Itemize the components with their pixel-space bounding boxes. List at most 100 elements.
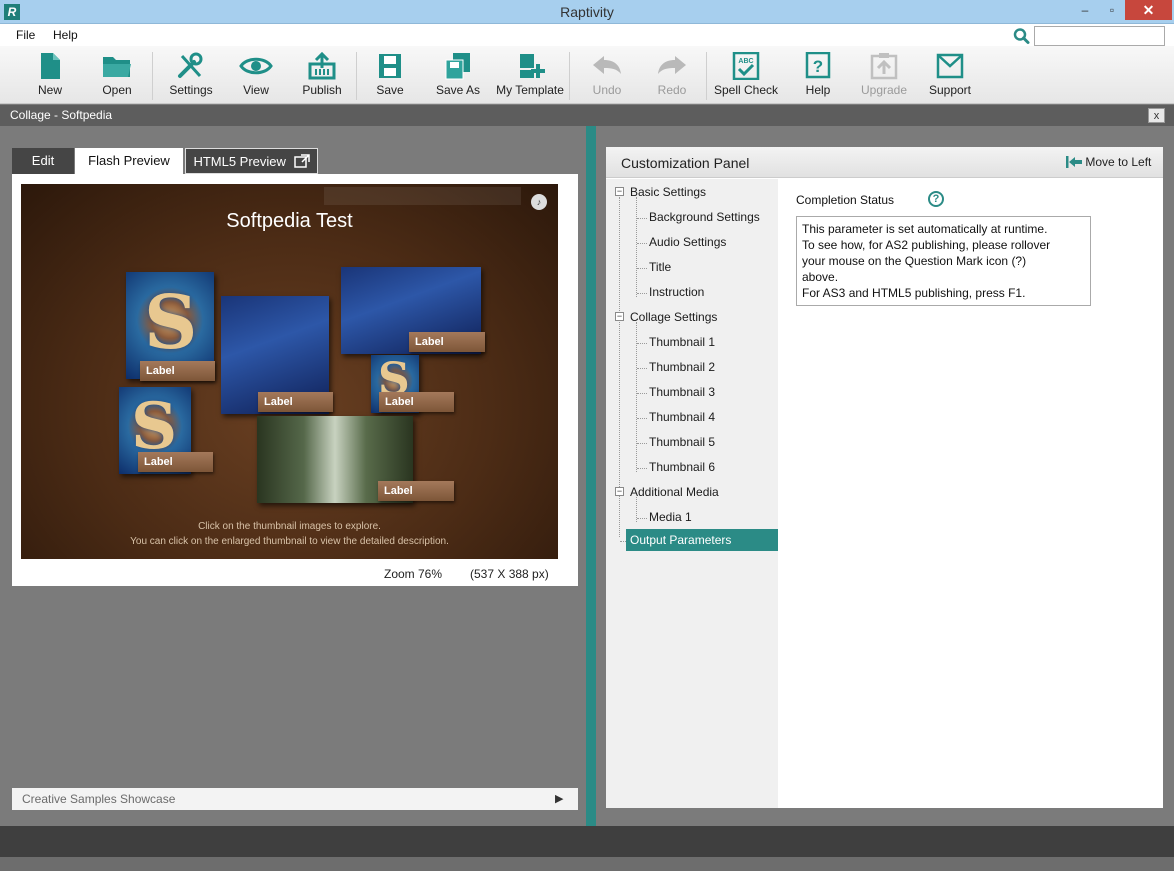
info-line: your mouse on the Question Mark icon (?) bbox=[802, 254, 1027, 268]
publish-label: Publish bbox=[302, 83, 342, 97]
info-line: above. bbox=[802, 270, 839, 284]
tree-additional-media[interactable]: Additional Media bbox=[630, 485, 719, 499]
maximize-button[interactable]: ▫ bbox=[1099, 0, 1125, 20]
tab-flash-preview[interactable]: Flash Preview bbox=[75, 148, 183, 175]
tree-connector bbox=[637, 443, 647, 444]
view-label: View bbox=[243, 83, 269, 97]
collapse-toggle-icon[interactable]: − bbox=[615, 312, 624, 321]
undo-label: Undo bbox=[592, 83, 622, 97]
collage-stage[interactable]: ♪ Softpedia Test S Label Label Label S L… bbox=[21, 184, 558, 559]
save-as-button[interactable]: Save As bbox=[434, 52, 482, 97]
tree-thumbnail-3[interactable]: Thumbnail 3 bbox=[649, 385, 715, 399]
my-template-label: My Template bbox=[496, 83, 564, 97]
save-as-icon bbox=[445, 53, 470, 80]
undo-button[interactable]: Undo bbox=[589, 52, 625, 97]
tree-basic-settings[interactable]: Basic Settings bbox=[630, 185, 706, 199]
help-icon: ? bbox=[805, 52, 831, 79]
speaker-icon[interactable]: ♪ bbox=[531, 194, 547, 210]
tree-connector bbox=[637, 343, 647, 344]
thumbnail-label[interactable]: Label bbox=[258, 392, 333, 412]
support-label: Support bbox=[928, 83, 972, 97]
new-button[interactable]: New bbox=[30, 52, 70, 97]
toolbar-divider bbox=[356, 52, 357, 100]
document-title: Collage - Softpedia bbox=[10, 108, 113, 122]
thumbnail-label[interactable]: Label bbox=[409, 332, 485, 352]
thumbnail-label[interactable]: Label bbox=[378, 481, 454, 501]
folder-icon bbox=[103, 57, 131, 77]
tree-collage-settings[interactable]: Collage Settings bbox=[630, 310, 717, 324]
tree-thumbnail-4[interactable]: Thumbnail 4 bbox=[649, 410, 715, 424]
tree-connector bbox=[637, 243, 647, 244]
tree-guide bbox=[636, 197, 637, 297]
help-label: Help bbox=[805, 83, 831, 97]
close-window-button[interactable]: ✕ bbox=[1125, 0, 1172, 20]
view-button[interactable]: View bbox=[236, 52, 276, 97]
collage-title: Softpedia Test bbox=[226, 210, 353, 232]
spell-check-icon: ABC bbox=[732, 52, 760, 80]
tree-thumbnail-6[interactable]: Thumbnail 6 bbox=[649, 460, 715, 474]
collapse-toggle-icon[interactable]: − bbox=[615, 487, 624, 496]
thumbnail-label[interactable]: Label bbox=[138, 452, 213, 472]
minimize-button[interactable]: – bbox=[1071, 0, 1099, 20]
info-line: This parameter is set automatically at r… bbox=[802, 222, 1048, 236]
collapse-toggle-icon[interactable]: − bbox=[615, 187, 624, 196]
tree-thumbnail-2[interactable]: Thumbnail 2 bbox=[649, 360, 715, 374]
upgrade-button[interactable]: Upgrade bbox=[858, 52, 910, 97]
support-button[interactable]: Support bbox=[926, 52, 974, 97]
tab-html5-preview[interactable]: HTML5 Preview bbox=[185, 148, 318, 174]
search-icon[interactable] bbox=[1012, 27, 1032, 45]
upgrade-label: Upgrade bbox=[860, 83, 908, 97]
help-button[interactable]: ? Help bbox=[800, 52, 836, 97]
play-icon[interactable]: ▶ bbox=[555, 788, 563, 810]
search-input[interactable] bbox=[1034, 26, 1165, 46]
tree-media-1[interactable]: Media 1 bbox=[649, 510, 692, 524]
move-to-left-button[interactable]: Move to Left bbox=[1066, 155, 1151, 169]
tree-background-settings[interactable]: Background Settings bbox=[649, 210, 760, 224]
showcase-label: Creative Samples Showcase bbox=[22, 792, 176, 806]
spell-check-button[interactable]: ABC Spell Check bbox=[712, 52, 780, 97]
undo-arrow-icon bbox=[593, 56, 621, 74]
creative-samples-showcase[interactable]: Creative Samples Showcase ▶ bbox=[12, 788, 578, 810]
tree-connector bbox=[637, 293, 647, 294]
tree-title[interactable]: Title bbox=[649, 260, 671, 274]
menu-help[interactable]: Help bbox=[53, 28, 78, 42]
save-disk-icon bbox=[379, 54, 401, 78]
menu-file[interactable]: File bbox=[16, 28, 35, 42]
instruction-line-1: Click on the thumbnail images to explore… bbox=[198, 521, 381, 532]
parameter-detail: Completion Status ? This parameter is se… bbox=[778, 179, 1163, 808]
publish-button[interactable]: Publish bbox=[298, 52, 346, 97]
tree-output-parameters[interactable]: Output Parameters bbox=[626, 529, 778, 551]
toolbar-divider bbox=[152, 52, 153, 100]
my-template-button[interactable]: My Template bbox=[494, 52, 566, 97]
preview-frame: ♪ Softpedia Test S Label Label Label S L… bbox=[12, 174, 578, 586]
panel-header: Customization Panel Move to Left bbox=[606, 147, 1163, 178]
question-mark-icon[interactable]: ? bbox=[928, 191, 944, 207]
tree-instruction[interactable]: Instruction bbox=[649, 285, 704, 299]
customization-pane: Customization Panel Move to Left − Basic… bbox=[596, 126, 1174, 826]
tree-thumbnail-1[interactable]: Thumbnail 1 bbox=[649, 335, 715, 349]
settings-button[interactable]: Settings bbox=[166, 52, 216, 97]
thumbnail-label[interactable]: Label bbox=[140, 361, 215, 381]
redo-button[interactable]: Redo bbox=[654, 52, 690, 97]
tree-audio-settings[interactable]: Audio Settings bbox=[649, 235, 726, 249]
tree-connector bbox=[637, 218, 647, 219]
tree-guide bbox=[636, 322, 637, 472]
save-button[interactable]: Save bbox=[372, 52, 408, 97]
tree-connector bbox=[637, 418, 647, 419]
tree-thumbnail-5[interactable]: Thumbnail 5 bbox=[649, 435, 715, 449]
tree-connector bbox=[637, 518, 647, 519]
save-label: Save bbox=[376, 83, 404, 97]
thumbnail-label[interactable]: Label bbox=[379, 392, 454, 412]
watermark-bar bbox=[324, 187, 521, 205]
new-file-icon bbox=[41, 53, 60, 79]
tree-connector bbox=[637, 393, 647, 394]
pane-splitter[interactable] bbox=[586, 126, 596, 826]
tab-edit[interactable]: Edit bbox=[12, 148, 74, 174]
upgrade-icon bbox=[870, 53, 898, 80]
toolbar-divider bbox=[569, 52, 570, 100]
close-document-button[interactable]: x bbox=[1148, 108, 1165, 123]
open-button[interactable]: Open bbox=[96, 52, 138, 97]
move-left-icon bbox=[1066, 156, 1082, 168]
panel-title: Customization Panel bbox=[621, 155, 750, 171]
info-line: For AS3 and HTML5 publishing, press F1. bbox=[802, 286, 1026, 300]
